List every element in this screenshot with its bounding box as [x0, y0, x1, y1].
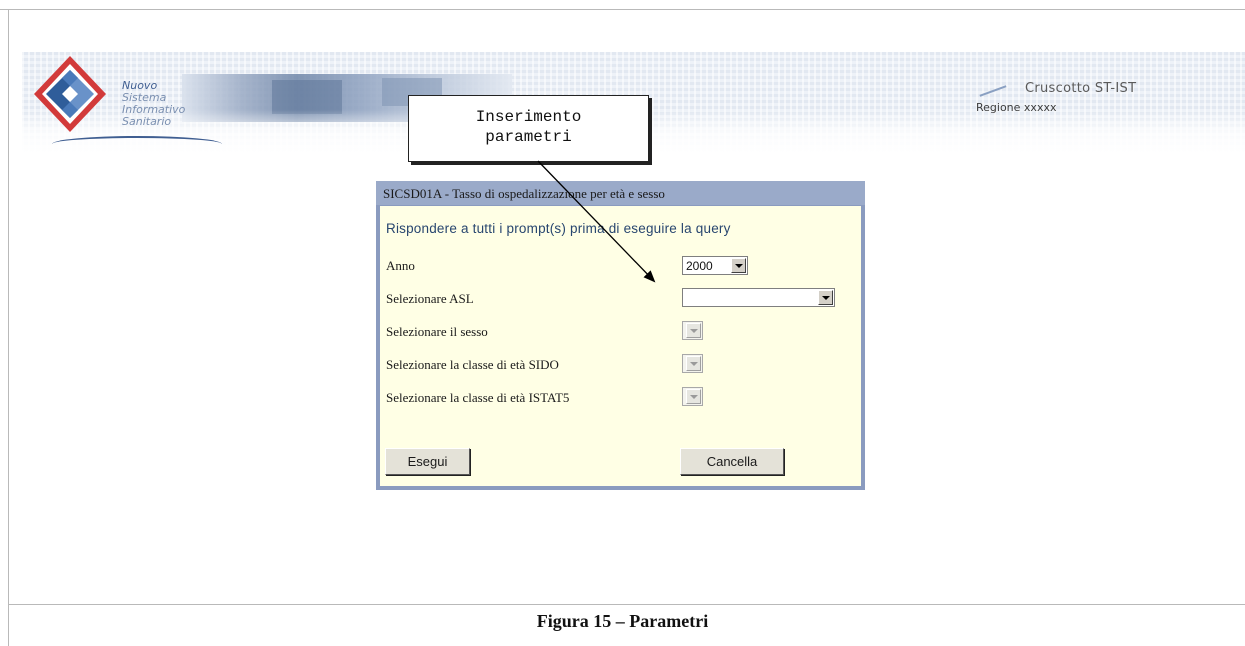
nsis-logo-icon: [34, 56, 106, 132]
year-select-value: 2000: [686, 259, 713, 273]
prompt-instruction: Rispondere a tutti i prompt(s) prima di …: [386, 221, 731, 236]
asl-label: Selezionare ASL: [386, 291, 474, 306]
sex-label: Selezionare il sesso: [386, 324, 488, 339]
istat-age-label: Selezionare la classe di età ISTAT5: [386, 390, 570, 405]
logo-wordmark: Nuovo Sistema Informativo Sanitario: [122, 80, 185, 128]
chevron-down-icon[interactable]: [686, 356, 701, 371]
region-label: Regione xxxxx: [976, 101, 1057, 114]
callout-line: Inserimento: [475, 108, 582, 126]
document-frame-top: [0, 9, 1245, 10]
panel-title-bar: SICSD01A - Tasso di ospedalizzazione per…: [376, 181, 865, 205]
app-title: Cruscotto ST-IST: [1025, 81, 1137, 96]
figure-caption: Figura 15 – Parametri: [536, 611, 709, 631]
banner-photo-detail: [272, 80, 342, 114]
cancel-button[interactable]: Cancella: [680, 448, 784, 475]
document-frame-left: [8, 9, 9, 646]
report-title: SICSD01A - Tasso di ospedalizzazione per…: [383, 186, 665, 201]
panel-body: Rispondere a tutti i prompt(s) prima di …: [380, 206, 861, 486]
asl-select[interactable]: [682, 288, 835, 307]
prompt-panel: SICSD01A - Tasso di ospedalizzazione per…: [376, 181, 865, 490]
logo-line: Sanitario: [122, 115, 172, 128]
sex-select[interactable]: [682, 321, 703, 340]
year-label: Anno: [386, 258, 415, 273]
chevron-down-icon[interactable]: [731, 258, 746, 273]
decorative-dash-icon: [979, 85, 1007, 97]
year-select[interactable]: 2000: [682, 256, 748, 275]
execute-button[interactable]: Esegui: [385, 448, 470, 475]
chevron-down-icon[interactable]: [818, 290, 833, 305]
sido-age-label: Selezionare la classe di età SIDO: [386, 357, 559, 372]
callout-line: parametri: [485, 128, 572, 146]
logo-swoosh: [52, 136, 222, 152]
chevron-down-icon[interactable]: [686, 323, 701, 338]
istat-age-select[interactable]: [682, 387, 703, 406]
document-frame-divider: [8, 604, 1245, 605]
sido-age-select[interactable]: [682, 354, 703, 373]
callout-box: Inserimento parametri: [408, 95, 649, 162]
chevron-down-icon[interactable]: [686, 389, 701, 404]
